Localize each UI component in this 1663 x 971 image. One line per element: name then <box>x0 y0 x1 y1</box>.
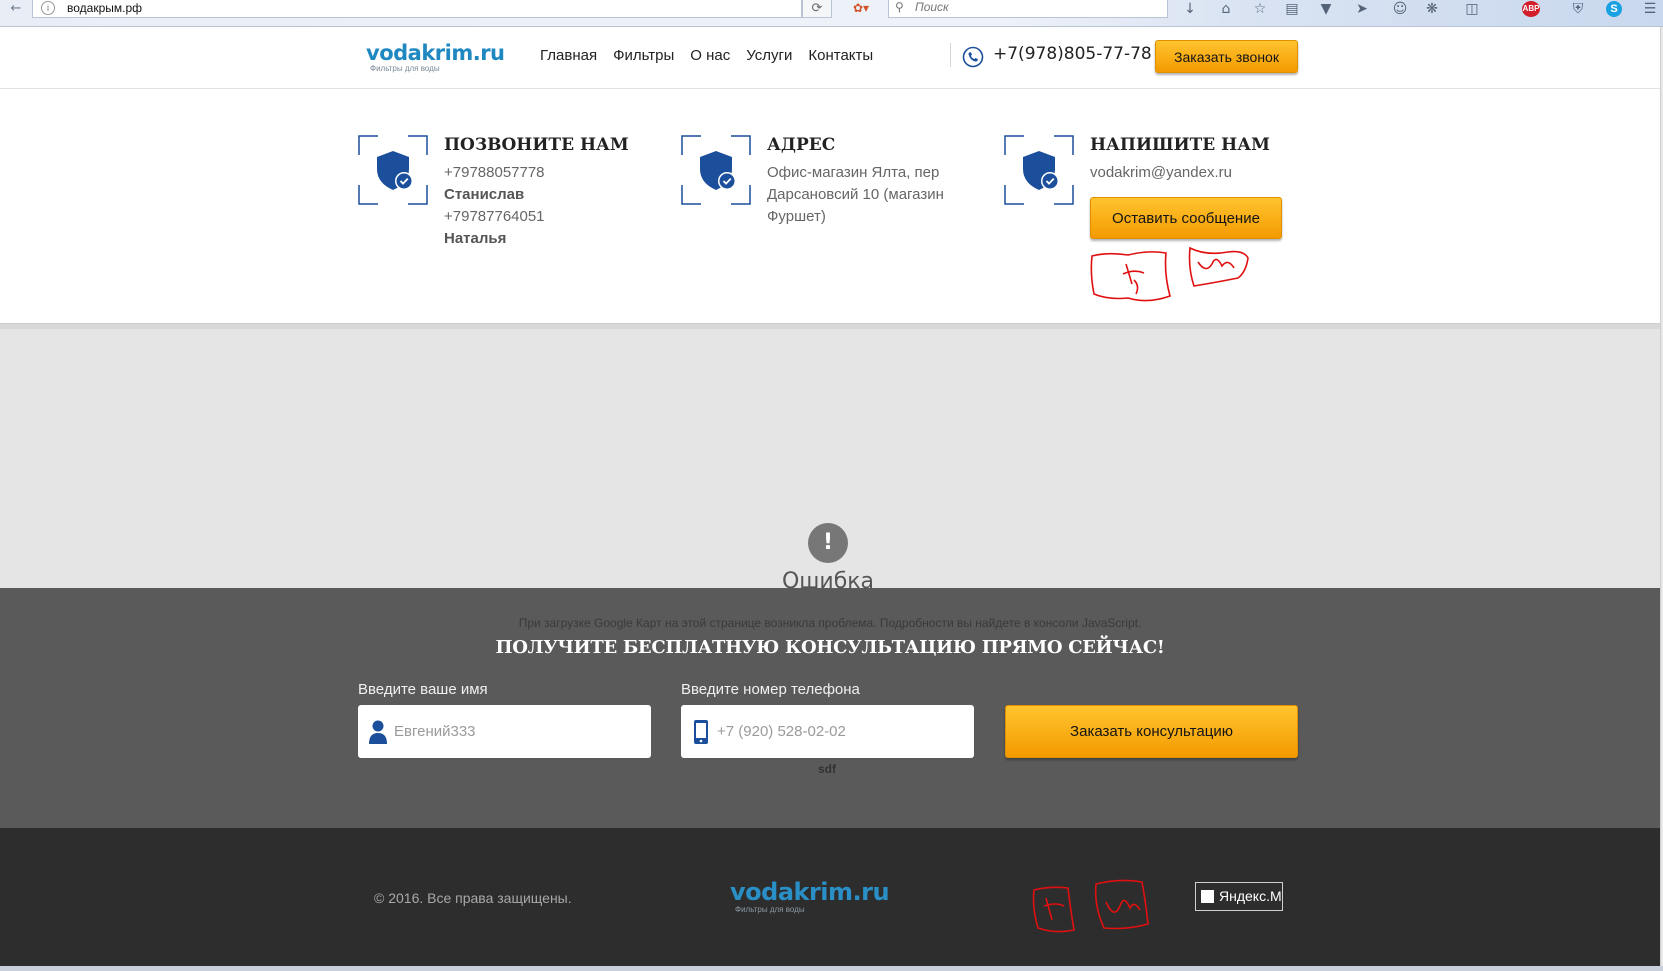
consultation-title: ПОЛУЧИТЕ БЕСПЛАТНУЮ КОНСУЛЬТАЦИЮ ПРЯМО С… <box>495 637 1165 658</box>
pocket-icon[interactable]: ▼ <box>1316 1 1336 19</box>
stray-text: sdf <box>818 762 836 776</box>
shield-check-icon <box>1004 135 1074 205</box>
clipboard-icon[interactable]: ◫ <box>1462 1 1482 19</box>
back-icon[interactable]: ← <box>6 0 26 18</box>
contact-address-title: АДРЕС <box>767 135 836 155</box>
bookmark-star-icon[interactable]: ☆ <box>1250 1 1270 19</box>
contact-phone-2[interactable]: +79787764051 <box>444 208 545 225</box>
header-phone[interactable]: +7(978)805-77-78 <box>993 44 1152 64</box>
address-line-2: Дарсановсий 10 (магазин <box>767 186 944 203</box>
footer-logo-tagline: Фильтры для воды <box>735 905 805 914</box>
chart-icon <box>1201 890 1214 903</box>
shield-check-icon <box>358 135 428 205</box>
browser-search-box[interactable]: ⚲ Поиск <box>888 0 1168 18</box>
name-input[interactable] <box>394 705 644 758</box>
handwritten-scribble <box>1090 246 1249 302</box>
phone-field[interactable] <box>681 705 974 758</box>
name-label: Введите ваше имя <box>358 681 488 698</box>
user-icon <box>369 720 387 744</box>
addon-icon[interactable]: ❋ <box>1422 1 1442 19</box>
header-divider <box>950 43 951 67</box>
send-icon[interactable]: ➤ <box>1352 1 1372 19</box>
error-icon: ! <box>808 523 848 563</box>
browser-toolbar: ← i водакрым.рф ⟳ ✿▾ ⚲ Поиск ↓ ⌂ ☆ ▤ ▼ ➤… <box>0 0 1663 27</box>
contact-phone-1[interactable]: +79788057778 <box>444 164 545 181</box>
shield-check-icon <box>681 135 751 205</box>
map-error-message: При загрузке Google Карт на этой страниц… <box>518 616 1142 630</box>
nav-home[interactable]: Главная <box>540 47 597 64</box>
yandex-badge-label: Яндекс.М <box>1219 888 1282 904</box>
consultation-section: При загрузке Google Карт на этой страниц… <box>0 588 1660 828</box>
main-nav: Главная Фильтры О нас Услуги Контакты <box>540 47 873 64</box>
menu-icon[interactable]: ☰ <box>1640 1 1660 19</box>
nav-contacts[interactable]: Контакты <box>808 47 873 64</box>
search-icon: ⚲ <box>895 0 904 14</box>
skype-icon[interactable]: S <box>1606 1 1622 17</box>
address-line-1: Офис-магазин Ялта, пер <box>767 164 940 181</box>
handwritten-scribble-footer <box>1032 879 1149 933</box>
site-header: vodakrim.ru Фильтры для воды Главная Фил… <box>0 27 1660 89</box>
shield-addon-icon[interactable]: ⛨ <box>1568 1 1588 19</box>
callback-button[interactable]: Заказать звонок <box>1155 40 1298 73</box>
footer-logo-text: vodakrim.ru <box>730 878 890 906</box>
copyright: © 2016. Все права защищены. <box>374 890 572 906</box>
phone-label: Введите номер телефона <box>681 681 860 698</box>
logo-text: vodakrim.ru <box>366 41 505 65</box>
contact-write-title: НАПИШИТЕ НАМ <box>1090 135 1270 155</box>
contact-name-2: Наталья <box>444 230 507 247</box>
address-bar[interactable]: i водакрым.рф <box>32 0 802 18</box>
nav-filters[interactable]: Фильтры <box>613 47 674 64</box>
phone-icon <box>962 46 984 68</box>
footer-logo[interactable]: vodakrim.ru Фильтры для воды <box>730 878 890 914</box>
url-text: водакрым.рф <box>67 1 143 15</box>
download-icon[interactable]: ↓ <box>1180 1 1200 19</box>
home-icon[interactable]: ⌂ <box>1216 1 1236 19</box>
contact-call-title: ПОЗВОНИТЕ НАМ <box>444 135 629 155</box>
logo-tagline: Фильтры для воды <box>370 64 440 73</box>
adblock-icon[interactable]: ABP <box>1522 1 1540 17</box>
order-consultation-button[interactable]: Заказать консультацию <box>1005 705 1298 758</box>
contacts-section: ПОЗВОНИТЕ НАМ +79788057778 Станислав +79… <box>0 89 1660 329</box>
smartphone-icon <box>694 720 708 744</box>
site-footer: © 2016. Все права защищены. vodakrim.ru … <box>0 828 1660 971</box>
yandex-metrika-badge[interactable]: Яндекс.М <box>1195 882 1283 911</box>
map-area: ! Ошибка <box>0 329 1660 594</box>
site-info-icon[interactable]: i <box>41 1 55 15</box>
header-logo[interactable]: vodakrim.ru Фильтры для воды <box>366 41 505 73</box>
leave-message-button[interactable]: Оставить сообщение <box>1090 197 1282 239</box>
reload-icon[interactable]: ⟳ <box>802 0 832 18</box>
chat-icon[interactable]: ☺ <box>1390 1 1410 19</box>
contact-email[interactable]: vodakrim@yandex.ru <box>1090 164 1232 181</box>
phone-input[interactable] <box>717 705 967 758</box>
nav-about[interactable]: О нас <box>690 47 730 64</box>
name-field[interactable] <box>358 705 651 758</box>
taskbar-strip <box>0 966 1663 971</box>
nav-services[interactable]: Услуги <box>746 47 792 64</box>
reading-list-icon[interactable]: ▤ <box>1282 1 1302 19</box>
search-placeholder: Поиск <box>915 0 949 14</box>
search-engine-icon[interactable]: ✿▾ <box>838 0 884 18</box>
address-line-3: Фуршет) <box>767 208 826 225</box>
contact-name-1: Станислав <box>444 186 525 203</box>
